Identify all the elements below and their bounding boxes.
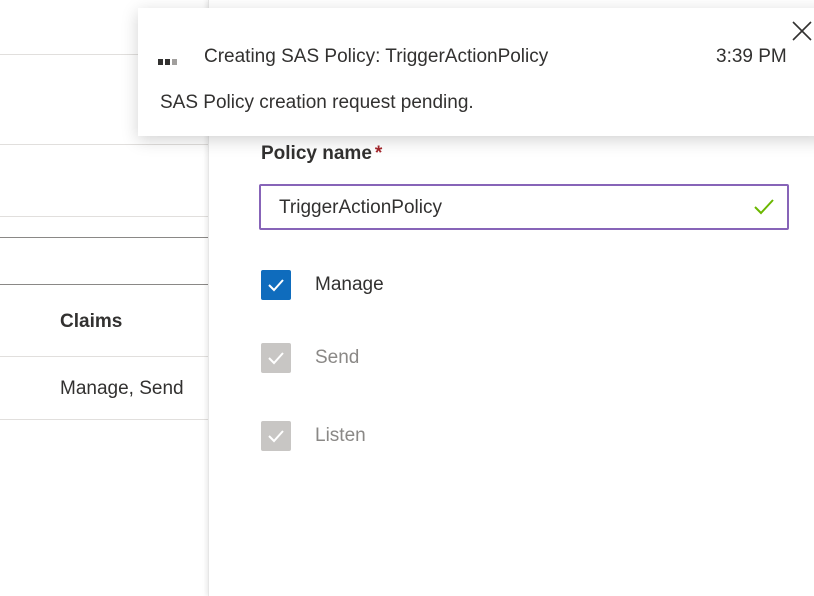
policy-name-label: Policy name *: [261, 143, 382, 165]
close-icon[interactable]: [789, 18, 814, 44]
table-divider: [0, 237, 210, 238]
notification-toast[interactable]: Creating SAS Policy: TriggerActionPolicy…: [138, 8, 814, 136]
checkbox-manage[interactable]: Manage: [261, 270, 384, 300]
table-divider: [0, 419, 210, 420]
checkmark-icon: [754, 199, 774, 215]
policy-name-input[interactable]: TriggerActionPolicy: [259, 184, 789, 230]
table-divider: [0, 144, 210, 145]
table-cell-claims: Manage, Send: [60, 378, 184, 399]
table-divider: [0, 216, 210, 217]
policy-name-label-text: Policy name: [261, 143, 372, 164]
checkbox-listen-box: [261, 421, 291, 451]
notification-time: 3:39 PM: [716, 46, 787, 67]
checkmark-icon: [268, 279, 284, 292]
notification-message: SAS Policy creation request pending.: [160, 92, 474, 113]
notification-title: Creating SAS Policy: TriggerActionPolicy: [204, 46, 549, 67]
column-header-claims: Claims: [60, 311, 123, 332]
table-divider: [0, 284, 210, 285]
checkbox-send: Send: [261, 343, 359, 373]
table-divider: [0, 356, 210, 357]
checkbox-manage-box[interactable]: [261, 270, 291, 300]
checkbox-send-label: Send: [315, 347, 360, 368]
checkbox-manage-label: Manage: [315, 274, 384, 295]
required-marker: *: [374, 143, 383, 164]
policy-name-input-value[interactable]: TriggerActionPolicy: [279, 197, 442, 219]
checkbox-listen-label: Listen: [315, 425, 366, 446]
checkbox-send-box: [261, 343, 291, 373]
checkbox-listen: Listen: [261, 421, 366, 451]
checkmark-icon: [268, 352, 284, 365]
progress-dots-icon: [158, 52, 182, 65]
checkmark-icon: [268, 430, 284, 443]
